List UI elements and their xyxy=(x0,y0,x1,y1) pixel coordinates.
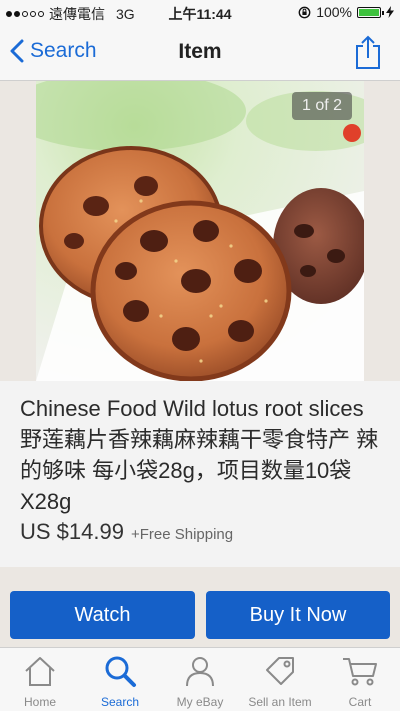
watch-button[interactable]: Watch xyxy=(10,591,195,639)
item-details: Chinese Food Wild lotus root slices 野莲藕片… xyxy=(0,381,400,567)
tab-search[interactable]: Search xyxy=(80,648,160,711)
person-icon xyxy=(186,657,214,687)
status-bar: 遠傳電信 3G 上午11:44 100% xyxy=(0,0,400,26)
page-title: Item xyxy=(178,40,222,63)
tab-my-ebay[interactable]: My eBay xyxy=(160,648,240,711)
action-buttons: Watch Buy It Now xyxy=(0,567,400,647)
navigation-bar: Search Item xyxy=(0,26,400,81)
battery-icon xyxy=(357,6,384,18)
tag-icon xyxy=(266,657,294,685)
photo-page-indicator: 1 of 2 xyxy=(291,92,352,120)
status-right: 100% xyxy=(298,4,394,20)
tab-sell-an-item[interactable]: Sell an Item xyxy=(240,648,320,711)
tab-label: Home xyxy=(23,695,56,709)
tab-home[interactable]: Home xyxy=(0,648,80,711)
price-row: US $14.99 +Free Shipping xyxy=(20,519,233,545)
tab-label: My eBay xyxy=(176,695,224,709)
buy-it-now-button[interactable]: Buy It Now xyxy=(206,591,390,639)
product-photo[interactable]: 1 of 2 xyxy=(36,81,364,381)
tab-cart[interactable]: Cart xyxy=(320,648,400,711)
charging-icon xyxy=(386,6,394,18)
product-image xyxy=(36,81,364,381)
home-icon xyxy=(25,657,55,686)
search-icon xyxy=(105,656,136,687)
item-price: US $14.99 xyxy=(20,519,124,544)
shipping-info: +Free Shipping xyxy=(130,526,234,543)
item-title: Chinese Food Wild lotus root slices 野莲藕片… xyxy=(20,396,379,514)
tab-label: Cart xyxy=(348,695,372,709)
tab-bar: Home Search My eBay Sell an Item Cart xyxy=(0,647,400,711)
orientation-lock-icon xyxy=(298,6,311,18)
photo-gallery[interactable]: 1 of 2 xyxy=(0,81,400,381)
battery-percent: 100% xyxy=(316,4,352,20)
cart-icon xyxy=(343,658,377,686)
share-icon xyxy=(356,35,380,69)
tab-label: Sell an Item xyxy=(248,695,312,709)
share-button[interactable] xyxy=(354,34,382,75)
tab-label: Search xyxy=(100,695,140,709)
